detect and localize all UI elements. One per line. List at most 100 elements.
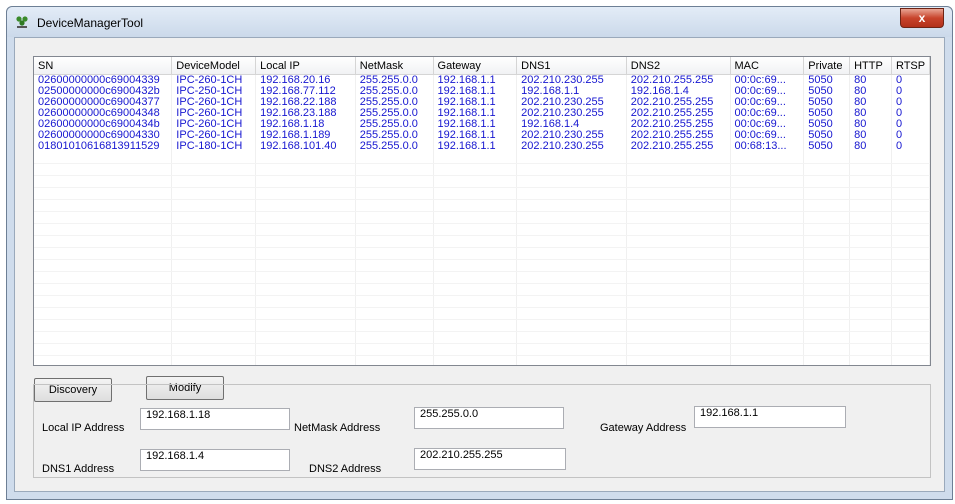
empty-cell: [803, 163, 851, 176]
col-header-private[interactable]: Private: [803, 57, 851, 75]
table-cell: 00:0c:69...: [730, 130, 805, 141]
empty-cell: [626, 247, 731, 260]
empty-cell: [171, 295, 257, 308]
empty-cell: [34, 259, 173, 272]
col-header-gateway[interactable]: Gateway: [433, 57, 518, 75]
empty-cell: [255, 331, 356, 344]
empty-cell: [730, 271, 805, 284]
dns1-field[interactable]: 192.168.1.4: [140, 449, 290, 471]
empty-row: [34, 175, 930, 188]
dns2-field[interactable]: 202.210.255.255: [414, 448, 566, 470]
close-button[interactable]: x: [900, 8, 944, 28]
col-header-devicemodel[interactable]: DeviceModel: [171, 57, 257, 75]
empty-cell: [803, 187, 851, 200]
empty-cell: [433, 283, 518, 296]
device-list[interactable]: SN DeviceModel Local IP NetMask Gateway …: [33, 56, 931, 366]
table-cell: 80: [849, 130, 892, 141]
empty-cell: [34, 307, 173, 320]
table-cell: 192.168.77.112: [255, 86, 356, 97]
netmask-field[interactable]: 255.255.0.0: [414, 407, 564, 429]
empty-cell: [626, 199, 731, 212]
table-row[interactable]: 02600000000c69004330 IPC-260-1CH 192.168.1…: [34, 130, 930, 141]
table-cell: 80: [849, 119, 892, 130]
empty-row: [34, 295, 930, 308]
table-row[interactable]: 02600000000c69004348 IPC-260-1CH 192.168.2…: [34, 108, 930, 119]
empty-cell: [34, 152, 173, 164]
empty-cell: [626, 283, 731, 296]
empty-cell: [730, 319, 805, 332]
empty-cell: [433, 199, 518, 212]
empty-cell: [433, 235, 518, 248]
table-cell: 255.255.0.0: [355, 108, 434, 119]
empty-row: [34, 163, 930, 176]
table-cell: 5050: [803, 119, 851, 130]
col-header-netmask[interactable]: NetMask: [355, 57, 434, 75]
table-cell: 02600000000c69004339: [34, 74, 173, 86]
empty-cell: [730, 163, 805, 176]
gateway-field[interactable]: 192.168.1.1: [694, 406, 846, 428]
title-bar[interactable]: DeviceManagerTool x: [7, 7, 952, 37]
col-header-mac[interactable]: MAC: [730, 57, 805, 75]
table-row[interactable]: 02500000000c6900432b IPC-250-1CH 192.168.7…: [34, 86, 930, 97]
table-cell: IPC-260-1CH: [171, 74, 257, 86]
empty-cell: [433, 319, 518, 332]
empty-cell: [516, 235, 627, 248]
col-header-sn[interactable]: SN: [34, 57, 173, 75]
table-cell: 202.210.255.255: [626, 108, 731, 119]
col-header-http[interactable]: HTTP: [849, 57, 892, 75]
table-cell: 255.255.0.0: [355, 130, 434, 141]
empty-cell: [255, 223, 356, 236]
table-cell: IPC-260-1CH: [171, 119, 257, 130]
empty-cell: [355, 355, 434, 365]
col-header-rtsp[interactable]: RTSP: [891, 57, 930, 75]
empty-cell: [730, 283, 805, 296]
table-row[interactable]: 02600000000c69004339 IPC-260-1CH 192.168.2…: [34, 74, 930, 86]
col-header-dns2[interactable]: DNS2: [626, 57, 731, 75]
table-cell: 5050: [803, 97, 851, 108]
empty-cell: [516, 152, 627, 164]
table-cell: 202.210.230.255: [516, 74, 627, 86]
empty-cell: [730, 187, 805, 200]
empty-cell: [516, 247, 627, 260]
empty-cell: [516, 211, 627, 224]
table-row[interactable]: 02600000000c69004377 IPC-260-1CH 192.168.2…: [34, 97, 930, 108]
empty-cell: [891, 211, 930, 224]
table-row[interactable]: 01801010616813911529 IPC-180-1CH 192.168.1…: [34, 141, 930, 152]
table-cell: 00:0c:69...: [730, 119, 805, 130]
empty-cell: [255, 211, 356, 224]
empty-cell: [626, 331, 731, 344]
empty-cell: [626, 319, 731, 332]
empty-cell: [891, 199, 930, 212]
empty-cell: [891, 295, 930, 308]
empty-cell: [355, 223, 434, 236]
table-cell: 202.210.255.255: [626, 130, 731, 141]
client-area: SN DeviceModel Local IP NetMask Gateway …: [14, 37, 945, 492]
empty-cell: [516, 331, 627, 344]
table-row[interactable]: 02600000000c6900434b IPC-260-1CH 192.168.1…: [34, 119, 930, 130]
table-cell: 0: [891, 86, 930, 97]
empty-cell: [730, 247, 805, 260]
empty-cell: [34, 211, 173, 224]
empty-cell: [626, 355, 731, 365]
empty-cell: [516, 307, 627, 320]
empty-cell: [730, 355, 805, 365]
table-cell: 202.210.255.255: [626, 97, 731, 108]
empty-cell: [171, 331, 257, 344]
local-ip-field[interactable]: 192.168.1.18: [140, 408, 290, 430]
table-cell: 192.168.20.16: [255, 74, 356, 86]
empty-cell: [516, 355, 627, 365]
empty-row: [34, 247, 930, 260]
empty-cell: [255, 175, 356, 188]
table-cell: 02500000000c6900432b: [34, 86, 173, 97]
empty-cell: [355, 259, 434, 272]
col-header-dns1[interactable]: DNS1: [516, 57, 627, 75]
table-cell: 192.168.1.18: [255, 119, 356, 130]
close-icon: x: [918, 11, 926, 25]
empty-cell: [803, 247, 851, 260]
table-cell: 192.168.1.4: [516, 119, 627, 130]
empty-cell: [433, 247, 518, 260]
netmask-label: NetMask Address: [294, 422, 381, 434]
col-header-local-ip[interactable]: Local IP: [255, 57, 356, 75]
table-cell: IPC-260-1CH: [171, 97, 257, 108]
empty-cell: [626, 259, 731, 272]
